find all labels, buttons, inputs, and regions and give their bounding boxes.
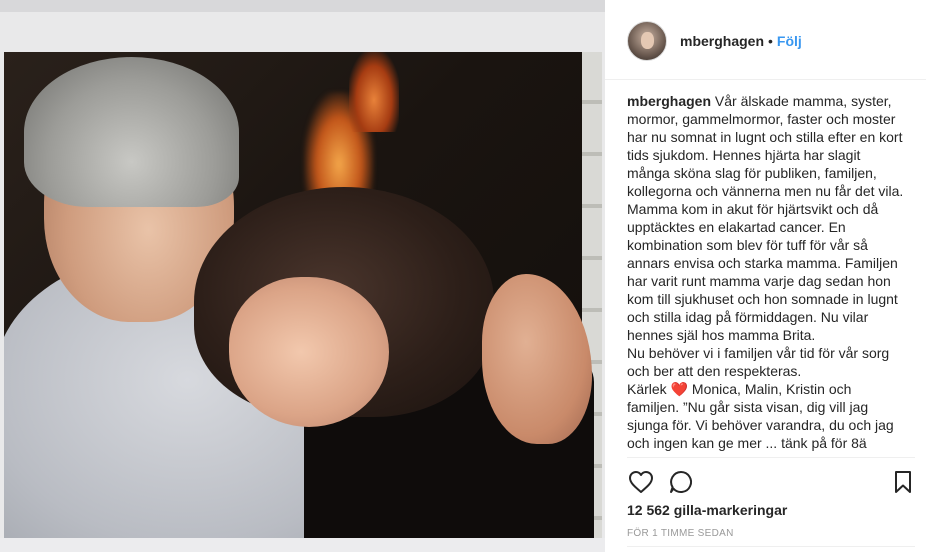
bookmark-icon xyxy=(895,471,911,493)
heart-icon xyxy=(629,471,653,493)
comment-icon xyxy=(670,471,692,493)
post-sidebar: mberghagen • Följ mberghagen Vår älskade m… xyxy=(605,0,926,552)
post-caption: mberghagen Vår älskade mamma, syster, mo… xyxy=(627,92,907,456)
like-button[interactable] xyxy=(627,468,655,496)
action-bar xyxy=(625,468,917,496)
post-header: mberghagen • Följ xyxy=(605,0,926,80)
elder-woman-hair xyxy=(24,57,239,207)
separator-dot: • xyxy=(768,33,773,49)
bottom-divider xyxy=(627,546,915,547)
caption-username[interactable]: mberghagen xyxy=(627,93,711,109)
avatar-face xyxy=(641,32,654,49)
author-avatar[interactable] xyxy=(627,21,667,61)
post-photo[interactable] xyxy=(0,0,605,552)
header-text: mberghagen • Följ xyxy=(680,33,802,49)
caption-paragraph-1: mberghagen Vår älskade mamma, syster, mo… xyxy=(627,92,907,344)
younger-woman-face xyxy=(229,277,389,427)
signoff-suffix: Monica, Malin, Kristin och familjen. ”Nu… xyxy=(627,381,894,451)
fireplace-flame-small xyxy=(349,52,399,132)
follow-button[interactable]: Följ xyxy=(777,33,802,49)
signoff-prefix: Kärlek xyxy=(627,381,667,397)
caption-paragraph-2: Nu behöver vi i familjen vår tid för vår… xyxy=(627,345,890,379)
caption-text-1: Vår älskade mamma, syster, mormor, gamme… xyxy=(627,93,904,343)
comment-button[interactable] xyxy=(667,468,695,496)
photo-print xyxy=(4,52,602,538)
caption-paragraph-3: Kärlek ❤️ Monica, Malin, Kristin och fam… xyxy=(627,380,907,452)
caption-divider xyxy=(627,457,915,458)
save-button[interactable] xyxy=(889,468,917,496)
post-timestamp[interactable]: FÖR 1 TIMME SEDAN xyxy=(627,528,734,539)
likes-count[interactable]: 12 562 gilla-markeringar xyxy=(627,502,787,518)
author-username[interactable]: mberghagen xyxy=(680,33,764,49)
photo-top-edge xyxy=(0,0,605,12)
photo-bottom-edge xyxy=(0,538,605,552)
red-heart-emoji: ❤️ xyxy=(670,381,689,397)
embracing-arm xyxy=(482,274,592,444)
